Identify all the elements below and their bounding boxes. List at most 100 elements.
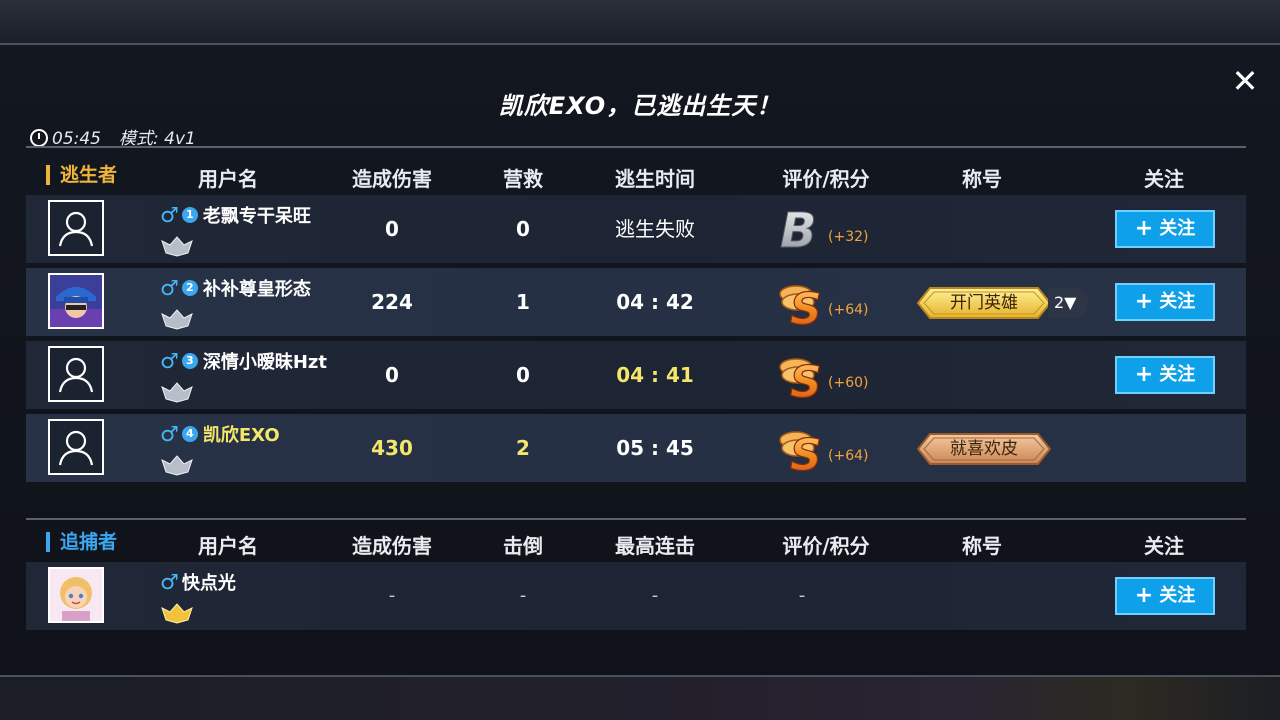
player-name-box: ♂ 2 补补尊皇形态 — [160, 276, 311, 300]
col-damage: 造成伤害 — [352, 167, 432, 191]
col-grade: 评价/积分 — [782, 534, 870, 558]
rank-badge-icon — [161, 382, 193, 403]
escape-time-value: 05 : 45 — [616, 436, 694, 460]
follow-button[interactable]: + 关注 — [1115, 210, 1215, 248]
follow-button[interactable]: + 关注 — [1115, 283, 1215, 321]
col-knockdowns: 击倒 — [503, 534, 543, 558]
points-value: (+64) — [828, 448, 869, 464]
col-username: 用户名 — [198, 167, 258, 191]
grade-value: - — [798, 585, 806, 606]
survivor-row-3: ♂ 3 深情小暧昧Hzt 0 0 04 : 41 S (+60) + 关注 — [26, 341, 1246, 409]
seat-number: 3 — [181, 353, 198, 369]
seat-number: 2 — [181, 280, 198, 296]
avatar-image — [50, 275, 102, 327]
title-badge-bronze[interactable]: 就喜欢皮 — [916, 432, 1052, 466]
survivor-row-2: ♂ 2 补补尊皇形态 224 1 04 : 42 S (+64) 开门英雄 2▼ +… — [26, 268, 1246, 336]
follow-label: 关注 — [1159, 364, 1196, 385]
follow-label: 关注 — [1159, 218, 1196, 239]
rank-badge-icon — [161, 455, 193, 476]
points-value: (+32) — [828, 229, 869, 245]
damage-value: 430 — [371, 436, 413, 460]
survivor-row-1: ♂ 1 老飘专干呆旺 0 0 逃生失败 B (+32) + 关注 — [26, 195, 1246, 263]
player-name-box: ♂ 4 凯欣EXO — [160, 422, 280, 446]
player-name[interactable]: 补补尊皇形态 — [203, 275, 311, 301]
title-badge-label: 开门英雄 — [950, 293, 1018, 313]
survivors-header: 用户名 造成伤害 营救 逃生时间 评价/积分 称号 关注 — [0, 163, 1280, 195]
user-icon — [58, 211, 94, 247]
seat-number: 1 — [181, 207, 198, 223]
points-value: (+64) — [828, 302, 869, 318]
hunter-row-1: ♂ 快点光 - - - - + 关注 — [26, 562, 1246, 630]
follow-label: 关注 — [1159, 291, 1196, 312]
col-rescue: 营救 — [503, 167, 543, 191]
player-name[interactable]: 凯欣EXO — [203, 421, 280, 447]
top-bar — [0, 0, 1280, 44]
damage-value: 224 — [371, 290, 413, 314]
user-icon — [58, 357, 94, 393]
title-badge-gold[interactable]: 开门英雄 — [916, 286, 1052, 320]
avatar-placeholder — [48, 346, 104, 402]
player-name-box: ♂ 3 深情小暧昧Hzt — [160, 349, 327, 373]
player-name[interactable]: 快点光 — [182, 569, 236, 595]
rescue-value: 2 — [516, 436, 530, 460]
col-follow: 关注 — [1144, 167, 1184, 191]
avatar-image — [50, 569, 102, 621]
avatar-placeholder — [48, 200, 104, 256]
grade-s-icon: S — [779, 283, 822, 328]
rank-badge-gold-icon — [161, 603, 193, 624]
knockdowns-value: - — [519, 585, 527, 606]
clock-icon — [30, 129, 48, 147]
male-icon: ♂ — [160, 276, 179, 300]
divider — [26, 146, 1246, 148]
escape-time-value: 逃生失败 — [615, 217, 695, 241]
avatar — [48, 273, 104, 329]
grade-s-icon: S — [779, 356, 822, 401]
rescue-value: 0 — [516, 217, 530, 241]
plus-icon: + — [1134, 289, 1154, 314]
plus-icon: + — [1134, 583, 1154, 608]
col-max-combo: 最高连击 — [615, 534, 695, 558]
player-name[interactable]: 老飘专干呆旺 — [203, 202, 311, 228]
grade-s-icon: S — [779, 429, 822, 474]
col-grade: 评价/积分 — [782, 167, 870, 191]
col-title: 称号 — [962, 534, 1002, 558]
points-value: (+60) — [828, 375, 869, 391]
grade-b-icon: B — [780, 203, 818, 255]
plus-icon: + — [1134, 216, 1154, 241]
col-username: 用户名 — [198, 534, 258, 558]
max-combo-value: - — [651, 585, 659, 606]
col-follow: 关注 — [1144, 534, 1184, 558]
result-title: 凯欣EXO，已逃出生天！ — [498, 92, 782, 120]
follow-label: 关注 — [1159, 585, 1196, 606]
col-damage: 造成伤害 — [352, 534, 432, 558]
rank-badge-icon — [161, 309, 193, 330]
male-icon: ♂ — [160, 570, 179, 594]
player-name-box: ♂ 快点光 — [160, 570, 236, 594]
follow-button[interactable]: + 关注 — [1115, 356, 1215, 394]
escape-time-value: 04 : 42 — [616, 290, 694, 314]
divider — [26, 518, 1246, 520]
user-icon — [58, 430, 94, 466]
col-escape-time: 逃生时间 — [615, 167, 695, 191]
svg-text:B: B — [780, 203, 817, 255]
title-more-dropdown[interactable]: 2▼ — [1048, 288, 1088, 318]
male-icon: ♂ — [160, 203, 179, 227]
bottom-bar — [0, 677, 1280, 720]
svg-text:S: S — [790, 357, 822, 401]
follow-button[interactable]: + 关注 — [1115, 577, 1215, 615]
rescue-value: 0 — [516, 363, 530, 387]
player-name-box: ♂ 1 老飘专干呆旺 — [160, 203, 311, 227]
rank-badge-icon — [161, 236, 193, 257]
damage-value: 0 — [385, 363, 399, 387]
seat-number: 4 — [181, 426, 198, 442]
survivor-row-4: ♂ 4 凯欣EXO 430 2 05 : 45 S (+64) 就喜欢皮 — [26, 414, 1246, 482]
damage-value: 0 — [385, 217, 399, 241]
male-icon: ♂ — [160, 422, 179, 446]
escape-time-value: 04 : 41 — [616, 363, 694, 387]
plus-icon: + — [1134, 362, 1154, 387]
player-name[interactable]: 深情小暧昧Hzt — [203, 348, 327, 374]
svg-text:S: S — [790, 284, 822, 328]
male-icon: ♂ — [160, 349, 179, 373]
col-title: 称号 — [962, 167, 1002, 191]
hunters-header: 用户名 造成伤害 击倒 最高连击 评价/积分 称号 关注 — [0, 530, 1280, 562]
